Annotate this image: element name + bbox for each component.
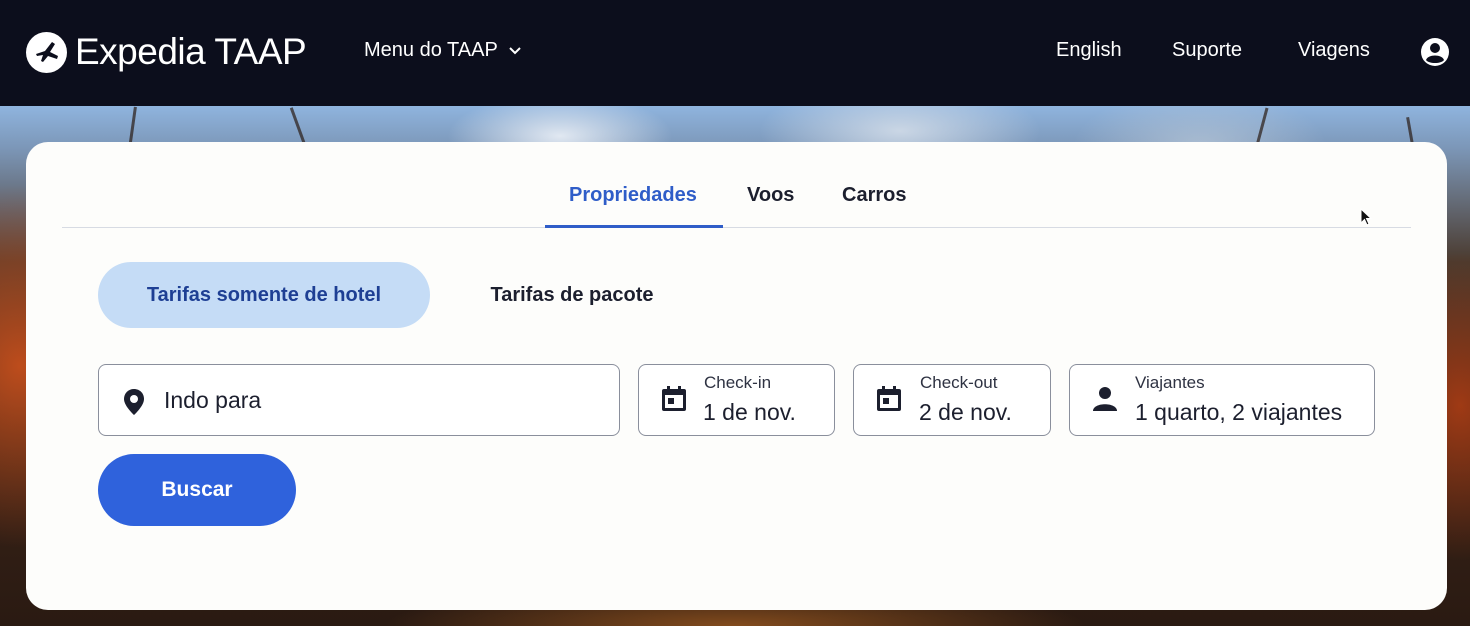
calendar-icon	[877, 386, 901, 411]
checkin-label: Check-in	[704, 373, 772, 392]
active-tab-indicator	[545, 225, 723, 228]
destination-placeholder: Indo para	[164, 387, 262, 413]
taap-menu-label: Menu do TAAP	[364, 39, 498, 61]
account-icon[interactable]	[1420, 37, 1450, 67]
checkout-value: 2 de nov.	[919, 399, 1012, 425]
chevron-down-icon	[509, 46, 521, 54]
hotel-only-rates-toggle[interactable]: Tarifas somente de hotel	[98, 262, 430, 328]
checkout-label: Check-out	[920, 373, 998, 392]
plane-logo-icon	[26, 31, 67, 73]
trips-link[interactable]: Viagens	[1298, 39, 1370, 62]
expedia-taap-logo[interactable]: Expedia TAAP	[26, 31, 307, 73]
map-pin-icon	[124, 389, 144, 415]
tab-flights[interactable]: Voos	[747, 184, 794, 228]
language-link[interactable]: English	[1056, 39, 1122, 62]
support-link[interactable]: Suporte	[1172, 39, 1242, 62]
search-button[interactable]: Buscar	[98, 454, 296, 526]
checkin-value: 1 de nov.	[703, 399, 796, 425]
calendar-icon	[662, 386, 686, 411]
taap-menu-dropdown[interactable]: Menu do TAAP	[364, 39, 522, 62]
checkin-field[interactable]: Check-in 1 de nov.	[638, 364, 835, 436]
checkout-field[interactable]: Check-out 2 de nov.	[853, 364, 1051, 436]
travelers-label: Viajantes	[1135, 373, 1205, 392]
tab-cars[interactable]: Carros	[842, 184, 906, 228]
logo-text: Expedia TAAP	[75, 31, 307, 72]
package-rates-toggle[interactable]: Tarifas de pacote	[466, 262, 678, 328]
search-card: Propriedades Voos Carros Tarifas somente…	[26, 142, 1447, 610]
person-icon	[1093, 387, 1117, 411]
destination-field[interactable]: Indo para	[98, 364, 620, 436]
search-tabs: Propriedades Voos Carros	[62, 172, 1411, 228]
mouse-cursor-icon	[1360, 208, 1372, 226]
travelers-value: 1 quarto, 2 viajantes	[1135, 399, 1343, 425]
travelers-field[interactable]: Viajantes 1 quarto, 2 viajantes	[1069, 364, 1375, 436]
top-navigation-bar: Expedia TAAP Menu do TAAP English Suport…	[0, 0, 1470, 106]
tab-properties[interactable]: Propriedades	[569, 184, 697, 228]
